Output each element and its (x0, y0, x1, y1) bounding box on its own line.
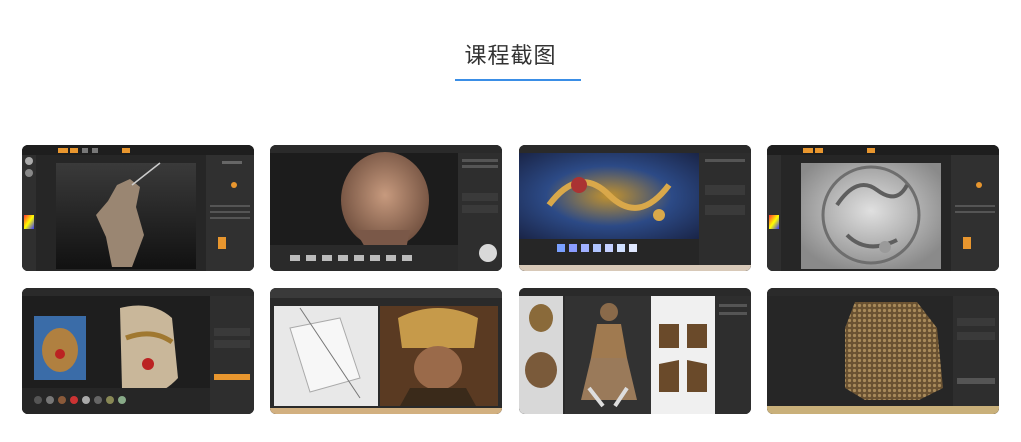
title-underline (455, 79, 581, 81)
screenshot-samurai-compare[interactable] (270, 288, 502, 414)
screenshot-dragon-relief[interactable] (767, 145, 999, 271)
screenshot-grid (22, 145, 999, 414)
screenshot-uv-layout[interactable] (519, 288, 751, 414)
screenshot-chainmail-armor[interactable] (767, 288, 999, 414)
screenshot-dragon-texture[interactable] (519, 145, 751, 271)
screenshot-zbrush-warrior[interactable] (22, 145, 254, 271)
course-screenshots-section: 课程截图 (0, 0, 1021, 442)
screenshot-bald-head[interactable] (270, 145, 502, 271)
section-title: 课程截图 (464, 44, 557, 69)
screenshot-helmet-texture[interactable] (22, 288, 254, 414)
